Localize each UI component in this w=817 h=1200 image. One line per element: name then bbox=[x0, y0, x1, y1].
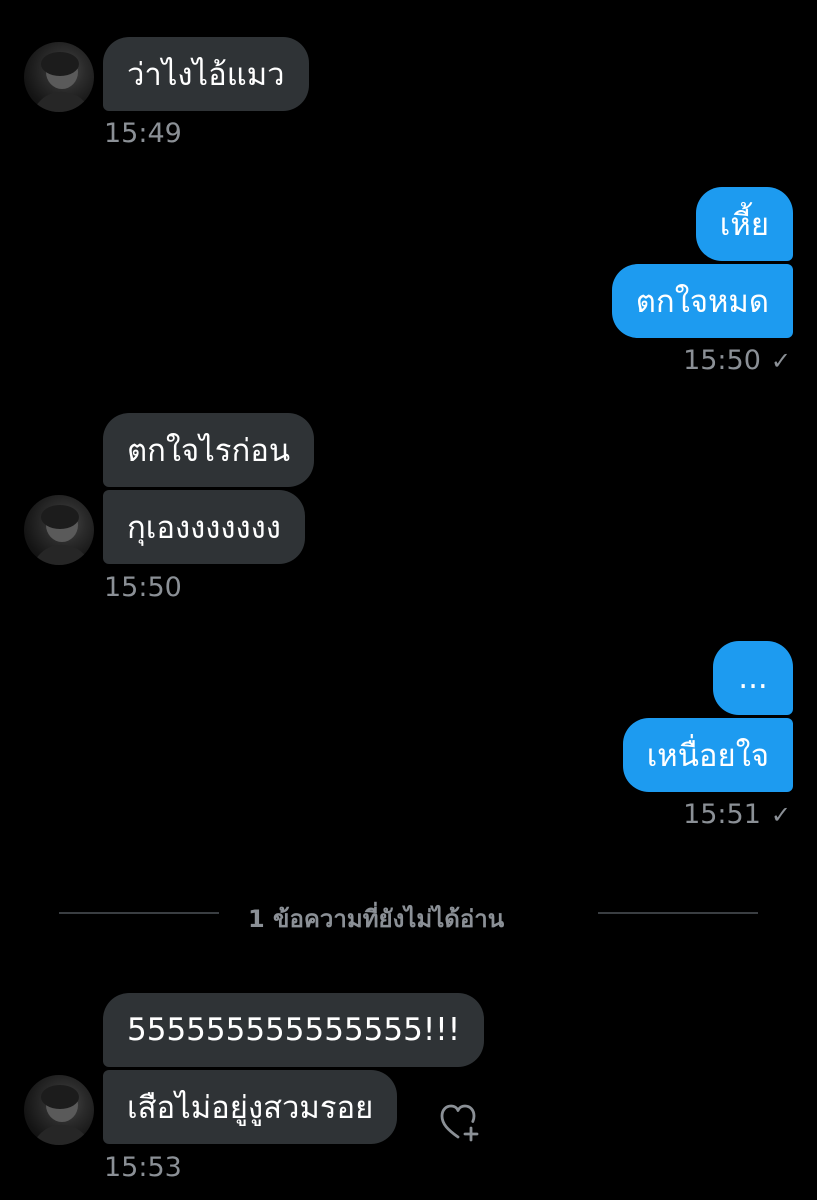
message-bubble-incoming[interactable]: ตกใจไรก่อน bbox=[103, 413, 315, 487]
message-bubble-outgoing[interactable]: ... bbox=[713, 641, 793, 715]
divider-line-right bbox=[598, 912, 758, 914]
message-bubble-incoming[interactable]: 555555555555555!!! bbox=[103, 993, 485, 1067]
message-bubble-outgoing[interactable]: เหนื่อยใจ bbox=[622, 718, 793, 792]
unread-messages-divider: 1 ข้อความที่ยังไม่ได้อ่าน bbox=[248, 905, 505, 933]
message-bubble-incoming[interactable]: กุเองงงงงงง bbox=[103, 490, 305, 564]
heart-plus-icon[interactable] bbox=[438, 1101, 482, 1145]
avatar[interactable] bbox=[24, 42, 94, 112]
message-bubble-incoming[interactable]: ว่าไงไอ้แมว bbox=[103, 37, 309, 111]
message-timestamp: 15:51 ✓ bbox=[683, 799, 791, 830]
message-timestamp: 15:50 bbox=[104, 572, 182, 603]
message-bubble-incoming[interactable]: เสือไม่อยู่งูสวมรอย bbox=[103, 1070, 398, 1144]
message-bubble-outgoing[interactable]: ตกใจหมด bbox=[611, 264, 793, 338]
timestamp-text: 15:51 bbox=[683, 799, 761, 830]
message-bubble-outgoing[interactable]: เหี้ย bbox=[695, 187, 793, 261]
message-timestamp: 15:50 ✓ bbox=[683, 345, 791, 376]
avatar[interactable] bbox=[24, 1075, 94, 1145]
avatar[interactable] bbox=[24, 495, 94, 565]
message-timestamp: 15:53 bbox=[104, 1152, 182, 1183]
checkmark-icon: ✓ bbox=[770, 801, 791, 829]
message-timestamp: 15:49 bbox=[104, 118, 182, 149]
timestamp-text: 15:50 bbox=[683, 345, 761, 376]
checkmark-icon: ✓ bbox=[770, 347, 791, 375]
divider-line-left bbox=[59, 912, 219, 914]
